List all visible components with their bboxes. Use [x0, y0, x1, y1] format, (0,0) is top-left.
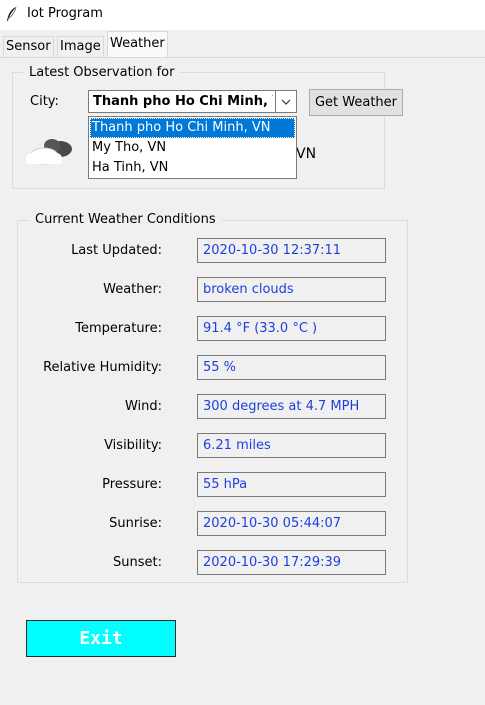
- tab-image[interactable]: Image: [57, 36, 104, 57]
- pressure-label: Pressure:: [102, 477, 162, 492]
- conditions-group-title: Current Weather Conditions: [29, 212, 222, 227]
- sunrise-label: Sunrise:: [109, 516, 162, 531]
- weather-value: broken clouds: [197, 277, 386, 302]
- city-label: City:: [30, 94, 59, 109]
- city-combobox-value: Thanh pho Ho Chi Minh, VN: [93, 94, 273, 109]
- window-title: Iot Program: [27, 6, 103, 21]
- get-weather-button[interactable]: Get Weather: [309, 89, 403, 116]
- wind-value: 300 degrees at 4.7 MPH: [197, 394, 386, 419]
- chevron-down-icon[interactable]: [275, 91, 296, 112]
- temperature-value: 91.4 °F (33.0 °C ): [197, 316, 386, 341]
- sunset-value: 2020-10-30 17:29:39: [197, 550, 386, 575]
- sunrise-value: 2020-10-30 05:44:07: [197, 511, 386, 536]
- title-bar: Iot Program: [0, 0, 485, 30]
- temperature-label: Temperature:: [75, 321, 162, 336]
- last-updated-value: 2020-10-30 12:37:11: [197, 238, 386, 263]
- tab-weather[interactable]: Weather: [107, 31, 168, 58]
- city-combobox[interactable]: Thanh pho Ho Chi Minh, VN: [88, 90, 297, 113]
- last-updated-label: Last Updated:: [71, 243, 162, 258]
- tab-divider: [0, 57, 485, 58]
- visibility-label: Visibility:: [104, 438, 162, 453]
- pressure-value: 55 hPa: [197, 472, 386, 497]
- sunset-label: Sunset:: [113, 555, 162, 570]
- tab-sensor[interactable]: Sensor: [3, 36, 54, 57]
- feather-icon: [7, 6, 17, 21]
- tab-bar: Sensor Image Weather: [0, 30, 485, 58]
- city-option[interactable]: Ha Tinh, VN: [90, 158, 295, 178]
- weather-label: Weather:: [103, 282, 162, 297]
- location-text: VN: [296, 146, 317, 162]
- broken-clouds-icon: [26, 139, 72, 165]
- humidity-value: 55 %: [197, 355, 386, 380]
- exit-button[interactable]: Exit: [26, 620, 176, 657]
- city-dropdown-list: Thanh pho Ho Chi Minh, VN My Tho, VN Ha …: [88, 116, 297, 179]
- city-option[interactable]: Thanh pho Ho Chi Minh, VN: [90, 118, 295, 138]
- city-option[interactable]: My Tho, VN: [90, 138, 295, 158]
- wind-label: Wind:: [124, 399, 162, 414]
- observation-group-title: Latest Observation for: [23, 65, 181, 80]
- humidity-label: Relative Humidity:: [43, 360, 162, 375]
- visibility-value: 6.21 miles: [197, 433, 386, 458]
